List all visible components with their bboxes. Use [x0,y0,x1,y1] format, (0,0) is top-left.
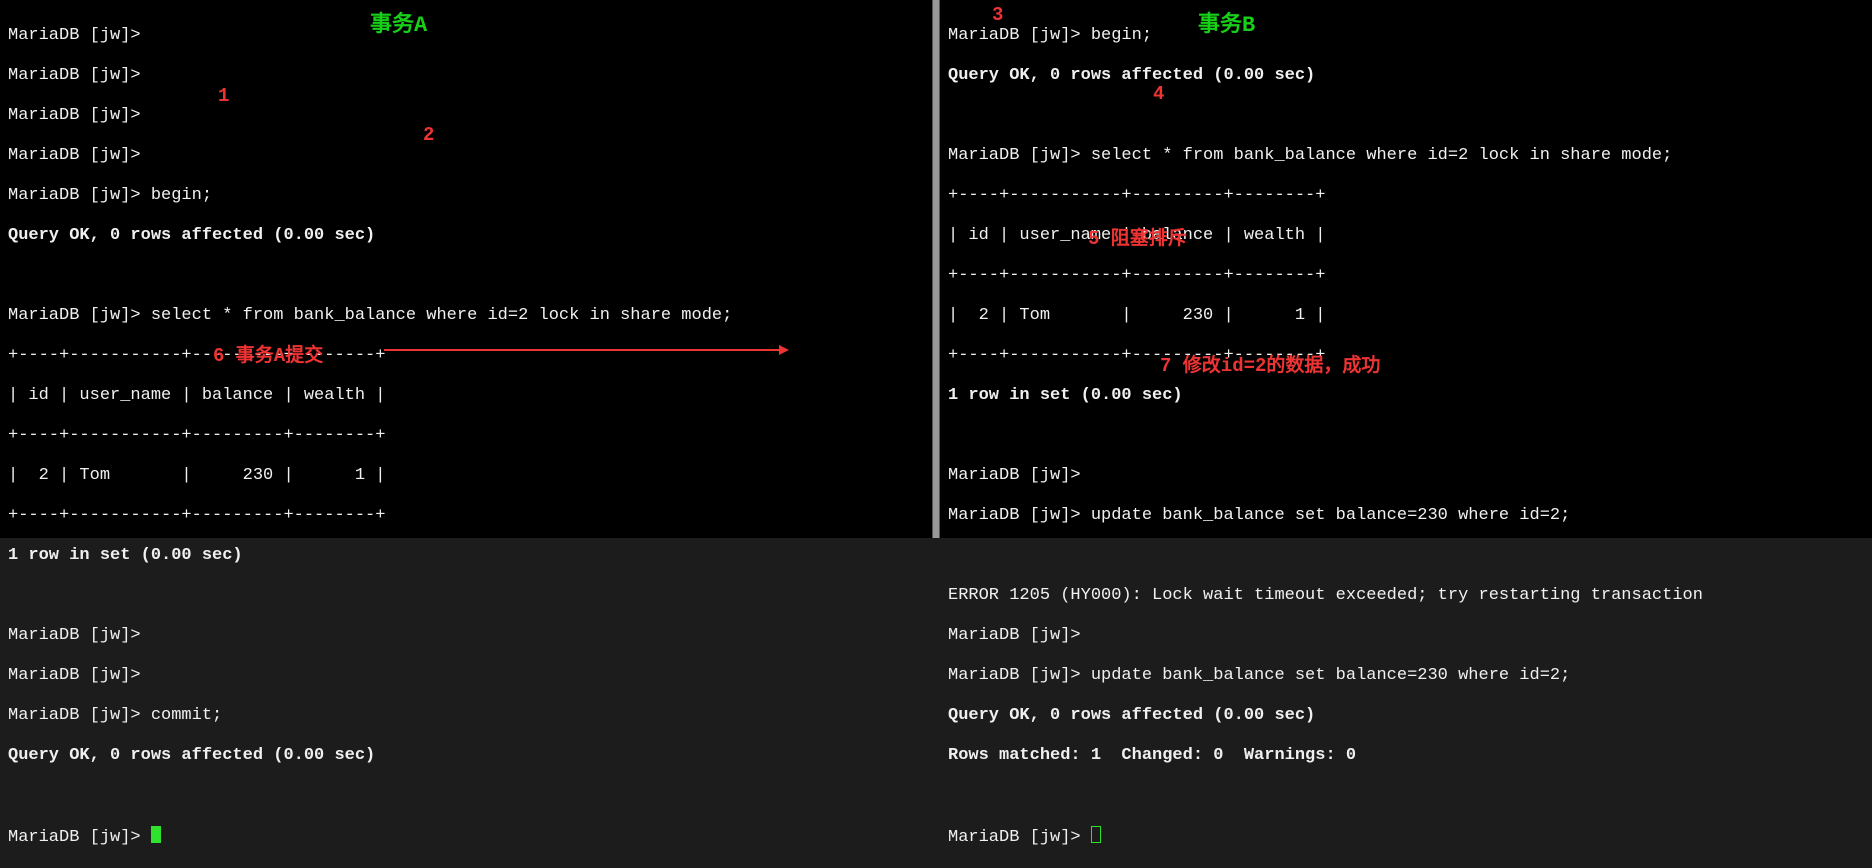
step-5: 5 阻塞排斥 [1088,223,1187,250]
step-2: 2 [423,124,434,146]
terminal-cursor [151,826,161,843]
rows-in-set: 1 row in set (0.00 sec) [8,546,924,566]
prompt-line: MariaDB [jw]> [948,626,1864,646]
prompt-line: MariaDB [jw]> [8,146,924,166]
label-transaction-a: 事务A [370,6,427,38]
query-ok: Query OK, 0 rows affected (0.00 sec) [948,706,1864,726]
prompt-line: MariaDB [jw]> [8,106,924,126]
blank-line [948,786,1864,806]
table-border: +----+-----------+---------+--------+ [8,426,924,446]
label-transaction-b: 事务B [1198,6,1255,38]
prompt-with-cursor: MariaDB [jw]> [8,826,924,848]
cmd-update: MariaDB [jw]> update bank_balance set ba… [948,506,1864,526]
step-7: 7 修改id=2的数据，成功 [1160,350,1380,377]
blank-line [948,426,1864,446]
prompt-line: MariaDB [jw]> [948,466,1864,486]
cmd-begin: MariaDB [jw]> begin; [8,186,924,206]
cmd-select: MariaDB [jw]> select * from bank_balance… [948,146,1864,166]
blank-line [8,786,924,806]
step-1: 1 [218,85,229,107]
table-row: | 2 | Tom | 230 | 1 | [948,306,1864,326]
prompt-line: MariaDB [jw]> [8,26,924,46]
blank-line [948,546,1864,566]
cmd-commit: MariaDB [jw]> commit; [8,706,924,726]
cmd-select: MariaDB [jw]> select * from bank_balance… [8,306,924,326]
prompt-line: MariaDB [jw]> [8,626,924,646]
prompt-line: MariaDB [jw]> [8,666,924,686]
table-border: +----+-----------+---------+--------+ [8,506,924,526]
step-3: 3 [992,4,1003,26]
table-header: | id | user_name | balance | wealth | [948,226,1864,246]
terminal-pane-a[interactable]: MariaDB [jw]> MariaDB [jw]> MariaDB [jw]… [0,0,932,538]
step-4: 4 [1153,83,1164,105]
table-row: | 2 | Tom | 230 | 1 | [8,466,924,486]
error-line: ERROR 1205 (HY000): Lock wait timeout ex… [948,586,1864,606]
table-border: +----+-----------+---------+--------+ [948,186,1864,206]
table-border: +----+-----------+---------+--------+ [948,346,1864,366]
arrow-head-icon [779,345,789,355]
table-header: | id | user_name | balance | wealth | [8,386,924,406]
pane-divider[interactable] [932,0,940,538]
blank-line [8,266,924,286]
table-border: +----+-----------+---------+--------+ [948,266,1864,286]
rows-in-set: 1 row in set (0.00 sec) [948,386,1864,406]
terminal-pane-b[interactable]: MariaDB [jw]> begin; Query OK, 0 rows af… [940,0,1872,538]
query-ok: Query OK, 0 rows affected (0.00 sec) [948,66,1864,86]
arrow-line [384,349,779,351]
cmd-update: MariaDB [jw]> update bank_balance set ba… [948,666,1864,686]
prompt-line: MariaDB [jw]> [8,66,924,86]
query-ok: Query OK, 0 rows affected (0.00 sec) [8,746,924,766]
step-6: 6 事务A提交 [213,340,323,367]
rows-matched: Rows matched: 1 Changed: 0 Warnings: 0 [948,746,1864,766]
prompt-with-cursor: MariaDB [jw]> [948,826,1864,848]
query-ok: Query OK, 0 rows affected (0.00 sec) [8,226,924,246]
blank-line [8,586,924,606]
terminal-cursor [1091,826,1101,843]
cmd-begin: MariaDB [jw]> begin; [948,26,1864,46]
blank-line [948,106,1864,126]
